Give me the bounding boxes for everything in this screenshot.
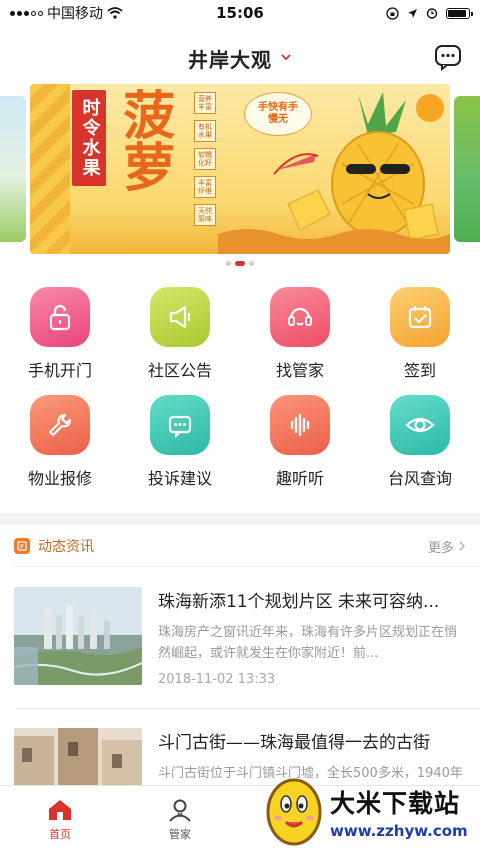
feature-announcement[interactable]: 社区公告	[120, 287, 240, 395]
tab-butler[interactable]: 管家	[120, 786, 240, 853]
feature-grid: 手机开门 社区公告 找管家 签到 物业报修 投诉建议 趣听听 台风查询	[0, 287, 480, 503]
megaphone-icon	[150, 287, 210, 347]
banner-feature-tag: 有机水果	[194, 120, 216, 142]
news-section-header: 动态资讯 更多	[0, 527, 480, 565]
news-section-title: 动态资讯	[38, 539, 94, 555]
alarm-icon	[426, 8, 438, 19]
banner-slide-pineapple[interactable]: 时令水果 菠萝 营养丰富 有机水果 软糯化籽 丰富纤维 天然原味 手快有手慢无	[30, 84, 450, 254]
feature-label: 签到	[403, 361, 436, 380]
banner-headline: 菠萝	[113, 88, 186, 203]
app-header: 井岸大观	[0, 38, 480, 78]
banner-feature-tag: 软糯化籽	[194, 148, 216, 170]
rice-mascot-logo	[266, 778, 322, 846]
carousel-dot[interactable]	[235, 261, 245, 266]
feature-grid-row: 手机开门 社区公告 找管家 签到	[0, 287, 480, 395]
banner-bubble: 手快有手慢无	[244, 92, 312, 136]
banner-seasonal-tag: 时令水果	[72, 90, 106, 186]
feature-grid-row: 物业报修 投诉建议 趣听听 台风查询	[0, 395, 480, 503]
news-headline: 珠海新添11个规划片区 未来可容纳...	[158, 592, 440, 612]
news-text: 珠海新添11个规划片区 未来可容纳... 珠海房产之窗讯近年来，珠海有许多片区规…	[158, 587, 466, 687]
banner-feature-tags: 营养丰富 有机水果 软糯化籽 丰富纤维 天然原味	[194, 92, 216, 226]
butler-icon	[169, 799, 191, 822]
feature-label: 投诉建议	[147, 469, 212, 488]
news-list-item[interactable]: 珠海新添11个规划片区 未来可容纳... 珠海房产之窗讯近年来，珠海有许多片区规…	[0, 587, 480, 697]
feature-open-door[interactable]: 手机开门	[0, 287, 120, 395]
tab-label: 首页	[49, 828, 71, 841]
location-icon	[408, 8, 417, 18]
news-divider	[14, 708, 480, 709]
status-time: 15:06	[216, 4, 264, 22]
promo-banner-carousel[interactable]: 时令水果 菠萝 营养丰富 有机水果 软糯化籽 丰富纤维 天然原味 手快有手慢无	[0, 84, 480, 254]
banner-feature-tag: 丰富纤维	[194, 176, 216, 198]
eye-icon	[390, 395, 450, 455]
feature-feedback[interactable]: 投诉建议	[120, 395, 240, 503]
watermark-name: 大米下载站	[330, 789, 461, 818]
battery-icon	[446, 7, 473, 19]
news-divider	[14, 566, 480, 567]
tab-label: 管家	[169, 828, 191, 841]
tab-home[interactable]: 首页	[0, 786, 120, 853]
news-more-label: 更多	[427, 540, 454, 556]
banner-tag-text: 时令水果	[79, 98, 101, 178]
battery-level	[448, 9, 466, 17]
feature-label: 台风查询	[387, 469, 452, 488]
community-selector-title[interactable]: 井岸大观	[188, 44, 272, 73]
feature-label: 物业报修	[27, 469, 92, 488]
section-divider	[0, 513, 480, 525]
banner-feature-tag: 营养丰富	[194, 92, 216, 114]
rotation-lock-icon	[386, 6, 399, 20]
feature-label: 找管家	[275, 361, 324, 380]
banner-prev-slide[interactable]	[0, 96, 26, 242]
sound-wave-icon	[270, 395, 330, 455]
chevron-down-icon[interactable]	[280, 51, 292, 63]
news-more-link[interactable]: 更多	[428, 537, 466, 556]
headset-icon	[270, 287, 330, 347]
feature-butler[interactable]: 找管家	[240, 287, 360, 395]
signal-strength-icon	[10, 10, 43, 16]
carrier-name: 中国移动	[47, 6, 103, 22]
carousel-dot[interactable]	[226, 261, 231, 266]
feature-label: 趣听听	[275, 469, 324, 488]
chevron-right-icon	[459, 541, 466, 551]
banner-pineapple-slices	[30, 84, 70, 254]
feature-label: 社区公告	[147, 361, 212, 380]
banner-next-slide[interactable]	[454, 96, 480, 242]
watermark-url: www.zzhyw.com	[330, 822, 468, 840]
carousel-indicator	[0, 261, 480, 266]
wrench-icon	[30, 395, 90, 455]
news-thumbnail-old-street	[14, 728, 142, 785]
news-date: 2018-11-02 13:33	[158, 672, 276, 687]
news-icon	[14, 538, 30, 554]
unlock-icon	[30, 287, 90, 347]
status-bar: 中国移动 15:06	[0, 0, 480, 26]
feature-typhoon[interactable]: 台风查询	[360, 395, 480, 503]
wifi-icon	[107, 7, 123, 19]
watermark-overlay: 大米下载站 www.zzhyw.com	[262, 768, 480, 853]
status-right	[310, 6, 473, 20]
message-dots-icon	[150, 395, 210, 455]
news-summary: 珠海房产之窗讯近年来，珠海有许多片区规划正在悄然崛起，或许就发生在你家附近！前.…	[158, 625, 458, 661]
calendar-check-icon	[390, 287, 450, 347]
carousel-dot[interactable]	[249, 261, 254, 266]
banner-bubble-text: 手快有手慢无	[258, 101, 298, 126]
feature-checkin[interactable]: 签到	[360, 287, 480, 395]
status-left: 中国移动	[10, 3, 170, 23]
banner-headline-text: 菠萝	[113, 88, 174, 192]
banner-feature-tag: 天然原味	[194, 204, 216, 226]
feature-label: 手机开门	[27, 361, 92, 380]
news-headline: 斗门古街——珠海最值得一去的古街	[158, 733, 430, 753]
feature-repair[interactable]: 物业报修	[0, 395, 120, 503]
feature-listen[interactable]: 趣听听	[240, 395, 360, 503]
home-icon	[49, 800, 71, 820]
chat-bubble-icon[interactable]	[434, 43, 462, 71]
news-thumbnail-city	[14, 587, 142, 685]
